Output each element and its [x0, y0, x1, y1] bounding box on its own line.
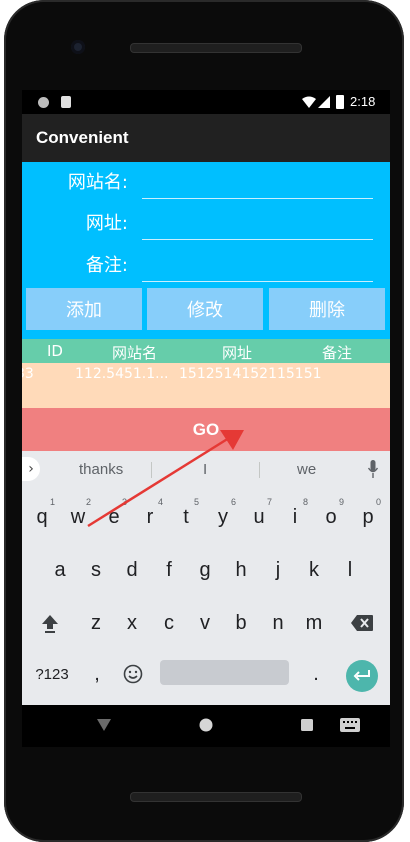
annotation-arrow-line: [87, 436, 230, 528]
annotation-overlay: [87, 430, 244, 528]
